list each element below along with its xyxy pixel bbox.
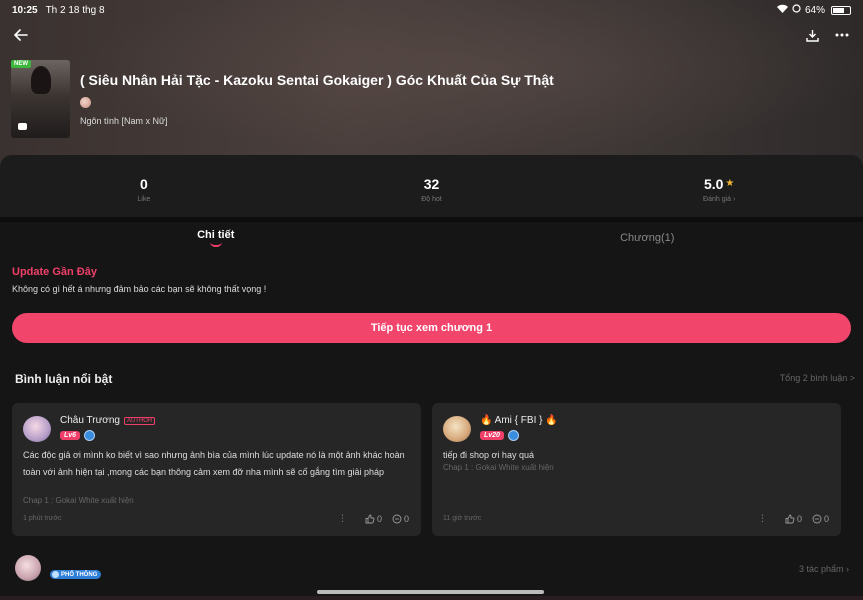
home-indicator[interactable] <box>317 590 544 594</box>
like-count: 0 <box>139 175 148 192</box>
bottom-strip <box>0 596 863 600</box>
tab-active-indicator <box>209 242 222 247</box>
back-arrow-icon[interactable] <box>12 26 30 44</box>
star-icon: ★ <box>725 178 735 189</box>
status-time: 10:25 <box>12 4 38 16</box>
reply-count: 0 <box>823 513 829 524</box>
download-icon[interactable] <box>803 26 821 44</box>
comment-icon <box>812 514 822 523</box>
story-cover-image[interactable] <box>11 60 70 138</box>
author-row[interactable]: PHỔ THÔNG 3 tác phẩm › <box>0 552 863 586</box>
update-title: Update Gần Đây <box>12 266 97 278</box>
like-count: 0 <box>376 513 382 524</box>
comments-header: Bình luận nổi bật <box>15 372 113 386</box>
new-badge: NEW <box>11 60 31 68</box>
stat-hot: 32 Độ hot <box>288 155 576 217</box>
reply-button[interactable]: 0 <box>812 514 829 524</box>
story-title: ( Siêu Nhân Hải Tặc - Kazoku Sentai Goka… <box>80 72 554 88</box>
thumbs-up-icon <box>785 514 795 523</box>
like-button[interactable]: 0 <box>365 514 382 524</box>
reply-button[interactable]: 0 <box>392 514 409 524</box>
hot-label: Độ hot <box>421 195 442 203</box>
hot-count: 32 <box>423 175 440 192</box>
more-options-icon[interactable] <box>833 26 851 44</box>
battery-percent: 64% <box>804 4 825 16</box>
comments-total-link[interactable]: Tổng 2 bình luận > <box>780 373 855 383</box>
commenter-avatar[interactable] <box>23 416 51 442</box>
comment-card[interactable]: 🔥 Ami { FBI } 🔥 Lv20 tiếp đi shop ơi hay… <box>432 403 841 536</box>
stat-like[interactable]: 0 Like <box>0 155 288 217</box>
like-label: Like <box>137 195 151 203</box>
comment-time: 1 phút trước <box>23 515 62 522</box>
status-date: Th 2 18 thg 8 <box>45 4 105 16</box>
stat-rating[interactable]: 5.0 ★ Đánh giá › <box>575 155 863 217</box>
tab-detail-label: Chi tiết <box>197 229 235 241</box>
comment-text: tiếp đi shop ơi hay quá <box>443 450 534 460</box>
rating-label: Đánh giá › <box>703 195 736 203</box>
commenter-name: 🔥 Ami { FBI } 🔥 <box>480 415 558 426</box>
level-badge: Lv6 <box>60 431 81 440</box>
commenter-name: Châu Trương <box>60 415 120 426</box>
author-tag: AUTHOR <box>123 416 156 425</box>
reply-count: 0 <box>403 513 409 524</box>
tab-bar: Chi tiết Chương(1) <box>0 222 863 254</box>
author-avatar[interactable] <box>80 97 91 108</box>
rotation-lock-icon <box>792 4 801 16</box>
thumbs-up-icon <box>365 514 375 523</box>
level-badge: Lv20 <box>480 431 504 440</box>
like-button[interactable]: 0 <box>785 514 802 524</box>
rating-value: 5.0 <box>703 175 724 192</box>
author-works-link[interactable]: 3 tác phẩm › <box>799 564 849 574</box>
story-genre: Ngôn tình [Nam x Nữ] <box>80 116 168 126</box>
comment-icon <box>392 514 402 523</box>
chat-icon <box>18 123 27 130</box>
member-tier-badge: PHỔ THÔNG <box>50 570 102 579</box>
like-count: 0 <box>796 513 802 524</box>
comment-text: Các độc giả ơi mình ko biết vì sao nhưng… <box>23 450 405 477</box>
commenter-avatar[interactable] <box>443 416 471 442</box>
stats-panel: 0 Like 32 Độ hot 5.0 ★ Đánh giá › <box>0 155 863 217</box>
update-text: Không có gì hết á nhưng đảm bảo các bạn … <box>12 284 267 294</box>
wifi-icon <box>776 4 788 16</box>
author-profile-avatar[interactable] <box>15 555 41 581</box>
tab-chapters[interactable]: Chương(1) <box>432 222 863 254</box>
cover-figure <box>31 66 51 94</box>
tab-detail[interactable]: Chi tiết <box>0 222 432 254</box>
continue-reading-button[interactable]: Tiếp tục xem chương 1 <box>12 313 851 343</box>
battery-icon <box>831 5 851 15</box>
more-icon[interactable]: ⋮ <box>758 513 767 524</box>
status-bar: 10:25 Th 2 18 thg 8 64% <box>12 3 851 17</box>
shield-icon <box>507 430 519 441</box>
shield-icon <box>84 430 96 441</box>
comment-chapter[interactable]: Chap 1 : Gokai White xuất hiện <box>23 496 134 505</box>
comment-time: 11 giờ trước <box>443 515 482 522</box>
member-tier-label: PHỔ THÔNG <box>61 571 98 578</box>
more-icon[interactable]: ⋮ <box>338 513 347 524</box>
comment-chapter[interactable]: Chap 1 : Gokai White xuất hiện <box>443 463 554 472</box>
tier-icon <box>52 571 59 578</box>
tab-chapters-label: Chương(1) <box>620 232 675 244</box>
comment-card[interactable]: Châu Trương AUTHOR Lv6 Các độc giả ơi mì… <box>12 403 421 536</box>
